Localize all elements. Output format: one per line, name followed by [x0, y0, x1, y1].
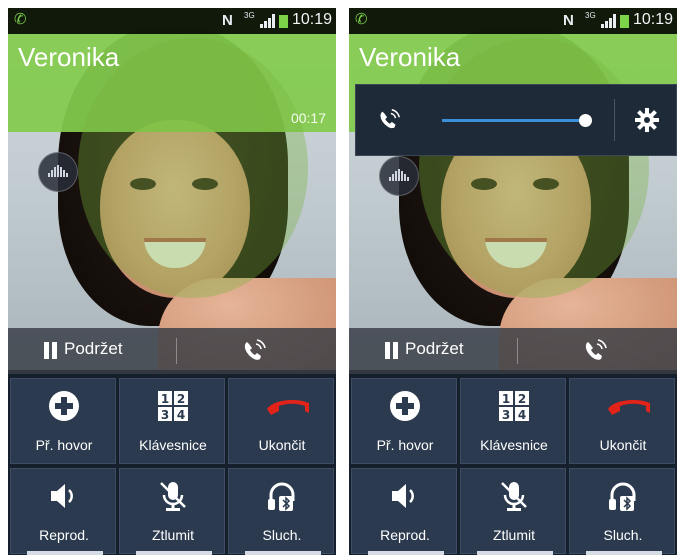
nfc-icon: N	[222, 12, 233, 29]
divider	[517, 338, 518, 364]
add-call-label: Př. hovor	[35, 437, 93, 453]
pause-icon	[44, 342, 49, 359]
headset-state-bar	[245, 551, 321, 555]
svg-text:2: 2	[518, 392, 526, 406]
divider	[614, 99, 615, 141]
call-actions-grid: Př. hovor 1 2 3 4 Klávesnice Ukončit Rep…	[8, 374, 336, 555]
equalizer-button[interactable]	[379, 156, 419, 196]
network-type: 3G	[585, 11, 596, 20]
equalizer-icon	[48, 165, 68, 177]
call-volume-popup	[355, 84, 677, 156]
end-call-icon	[267, 400, 309, 415]
headset-button[interactable]: Sluch.	[228, 468, 334, 555]
pause-icon	[385, 342, 390, 359]
mic-muted-icon	[160, 482, 186, 511]
signal-icon	[601, 14, 616, 28]
end-call-button[interactable]: Ukončit	[228, 378, 334, 464]
speaker-state-bar	[368, 551, 444, 555]
add-call-label: Př. hovor	[376, 437, 434, 453]
volume-handset-icon[interactable]	[240, 337, 268, 365]
mute-state-bar	[477, 551, 553, 555]
nfc-icon: N	[563, 12, 574, 29]
keypad-label: Klávesnice	[480, 437, 548, 453]
mute-button[interactable]: Ztlumit	[119, 468, 225, 555]
add-call-icon	[49, 391, 79, 421]
active-call-icon: ✆	[14, 11, 27, 28]
volume-handset-icon[interactable]	[581, 337, 609, 365]
svg-text:3: 3	[161, 408, 169, 422]
hold-bar: Podržet	[8, 328, 336, 374]
keypad-button[interactable]: 1 2 3 4 Klávesnice	[460, 378, 566, 464]
speaker-icon	[51, 484, 73, 508]
speaker-label: Reprod.	[380, 527, 430, 543]
add-call-button[interactable]: Př. hovor	[351, 378, 457, 464]
keypad-label: Klávesnice	[139, 437, 207, 453]
end-call-label: Ukončit	[599, 437, 647, 453]
active-call-icon: ✆	[355, 11, 368, 28]
volume-slider-thumb[interactable]	[579, 114, 592, 127]
equalizer-icon	[389, 169, 409, 181]
svg-text:4: 4	[177, 408, 185, 422]
speaker-button[interactable]: Reprod.	[10, 468, 116, 555]
bluetooth-headset-icon	[268, 482, 295, 511]
headset-state-bar	[586, 551, 662, 555]
mute-label: Ztlumit	[152, 527, 194, 543]
hold-button[interactable]: Podržet	[40, 336, 166, 366]
add-call-button[interactable]: Př. hovor	[10, 378, 116, 464]
divider	[176, 338, 177, 364]
gear-icon[interactable]	[634, 107, 660, 133]
end-call-label: Ukončit	[258, 437, 306, 453]
green-arc-decor	[78, 38, 308, 298]
speaker-state-bar	[27, 551, 103, 555]
pause-icon	[393, 342, 398, 359]
svg-text:1: 1	[161, 392, 169, 406]
call-actions-grid: Př. hovor 1 2 3 4 Klávesnice Ukončit Rep…	[349, 374, 677, 555]
headset-button[interactable]: Sluch.	[569, 468, 675, 555]
speaker-icon	[392, 484, 414, 508]
mic-muted-icon	[501, 482, 527, 511]
mute-state-bar	[136, 551, 212, 555]
svg-text:1: 1	[502, 392, 510, 406]
keypad-icon: 1 2 3 4	[499, 391, 529, 422]
status-bar: ✆ N 3G 10:19	[349, 8, 677, 34]
svg-text:4: 4	[518, 408, 526, 422]
headset-label: Sluch.	[262, 527, 302, 543]
network-type: 3G	[244, 11, 255, 20]
end-call-icon	[608, 400, 650, 415]
headset-label: Sluch.	[603, 527, 643, 543]
status-time: 10:19	[633, 11, 674, 28]
hold-bar: Podržet	[349, 328, 677, 374]
call-screen-right: ✆ N 3G 10:19 Veronika Podržet Př. hovor …	[349, 8, 677, 555]
hold-button[interactable]: Podržet	[381, 336, 507, 366]
contact-name: Veronika	[359, 42, 461, 72]
hold-label: Podržet	[405, 339, 464, 358]
mute-label: Ztlumit	[493, 527, 535, 543]
hold-label: Podržet	[64, 339, 123, 358]
contact-name: Veronika	[18, 42, 120, 72]
status-bar: ✆ N 3G 10:19	[8, 8, 336, 34]
signal-icon	[260, 14, 275, 28]
keypad-icon: 1 2 3 4	[158, 391, 188, 422]
call-screen-left: ✆ N 3G 10:19 Veronika 00:17 Podržet Př. …	[8, 8, 336, 555]
speaker-button[interactable]: Reprod.	[351, 468, 457, 555]
status-time: 10:19	[292, 11, 333, 28]
pause-icon	[52, 342, 57, 359]
end-call-button[interactable]: Ukončit	[569, 378, 675, 464]
mute-button[interactable]: Ztlumit	[460, 468, 566, 555]
equalizer-button[interactable]	[38, 152, 78, 192]
add-call-icon	[390, 391, 420, 421]
call-timer: 00:17	[290, 110, 326, 126]
svg-text:3: 3	[502, 408, 510, 422]
battery-icon	[620, 15, 629, 28]
svg-text:2: 2	[177, 392, 185, 406]
call-volume-icon	[380, 109, 400, 129]
bluetooth-headset-icon	[609, 482, 636, 511]
green-arc-decor	[419, 38, 649, 298]
battery-icon	[279, 15, 288, 28]
keypad-button[interactable]: 1 2 3 4 Klávesnice	[119, 378, 225, 464]
volume-slider-track[interactable]	[442, 119, 586, 122]
speaker-label: Reprod.	[39, 527, 89, 543]
